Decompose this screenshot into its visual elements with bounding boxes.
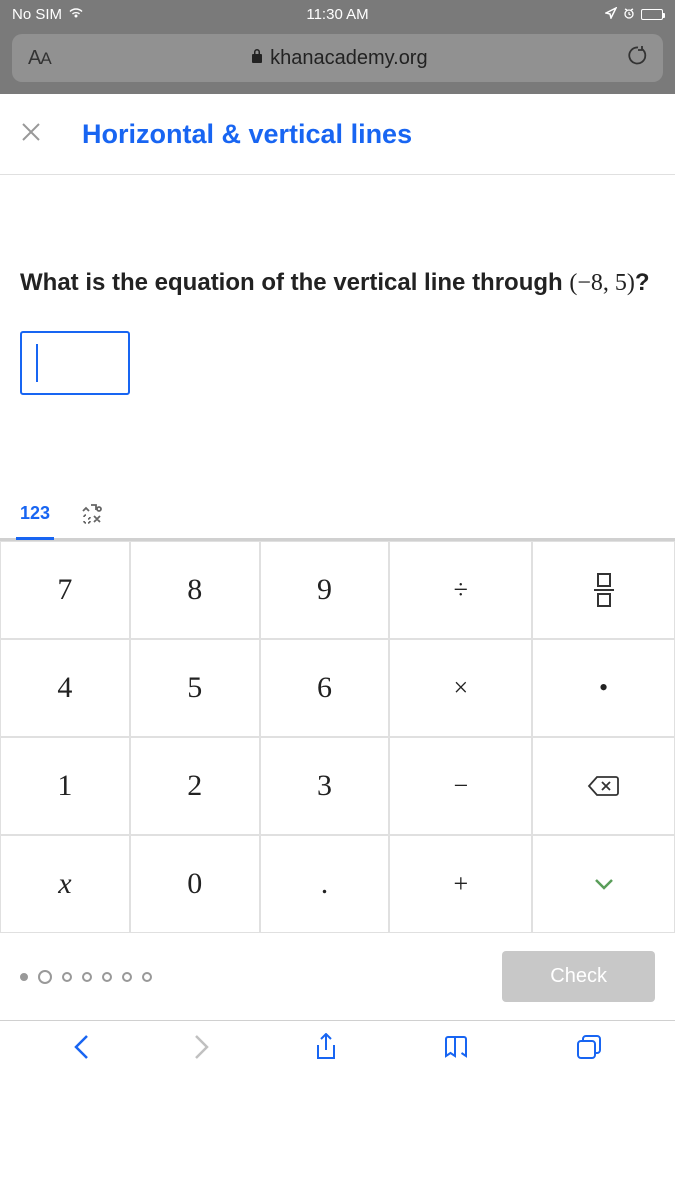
status-bar: No SIM 11:30 AM [0, 0, 675, 28]
key-backspace[interactable] [532, 737, 675, 835]
key-fraction[interactable] [532, 541, 675, 639]
alarm-icon [623, 6, 635, 23]
page-header: Horizontal & vertical lines [0, 94, 675, 175]
backspace-icon [587, 774, 621, 798]
clock-text: 11:30 AM [229, 6, 446, 23]
lock-icon [250, 48, 264, 69]
close-icon[interactable] [20, 118, 42, 150]
fraction-icon [594, 573, 614, 607]
dot [38, 970, 52, 984]
keyboard-tabs: 123 [0, 495, 675, 540]
question-text: What is the equation of the vertical lin… [20, 265, 655, 301]
forward-button[interactable] [194, 1034, 210, 1067]
check-button[interactable]: Check [502, 951, 655, 1002]
key-7[interactable]: 7 [0, 541, 130, 639]
tab-numbers[interactable]: 123 [16, 495, 54, 540]
url-bar[interactable]: AA khanacademy.org [12, 34, 663, 82]
battery-icon [641, 9, 663, 20]
reload-icon[interactable] [627, 45, 647, 71]
tab-symbols[interactable] [76, 495, 112, 540]
key-6[interactable]: 6 [260, 639, 390, 737]
location-icon [605, 6, 617, 23]
key-0[interactable]: 0 [130, 835, 260, 933]
page-title: Horizontal & vertical lines [82, 119, 412, 150]
url-text: khanacademy.org [270, 47, 428, 70]
key-minus[interactable]: − [389, 737, 532, 835]
bookmarks-button[interactable] [443, 1035, 471, 1066]
key-1[interactable]: 1 [0, 737, 130, 835]
dot [82, 972, 92, 982]
key-multiply[interactable]: × [389, 639, 532, 737]
share-button[interactable] [315, 1033, 337, 1068]
text-cursor [36, 344, 38, 382]
text-size-button[interactable]: AA [28, 47, 51, 70]
dot [122, 972, 132, 982]
wifi-icon [68, 6, 84, 23]
key-5[interactable]: 5 [130, 639, 260, 737]
url-bar-container: AA khanacademy.org [0, 28, 675, 94]
question-area: What is the equation of the vertical lin… [0, 175, 675, 435]
back-button[interactable] [73, 1034, 89, 1067]
key-8[interactable]: 8 [130, 541, 260, 639]
dot [102, 972, 112, 982]
key-4[interactable]: 4 [0, 639, 130, 737]
key-9[interactable]: 9 [260, 541, 390, 639]
key-2[interactable]: 2 [130, 737, 260, 835]
key-decimal[interactable]: . [260, 835, 390, 933]
browser-toolbar [0, 1020, 675, 1080]
answer-input[interactable] [20, 331, 130, 395]
key-collapse[interactable] [532, 835, 675, 933]
key-dot-op[interactable]: • [532, 639, 675, 737]
tabs-button[interactable] [576, 1034, 602, 1067]
dot [62, 972, 72, 982]
key-x[interactable]: x [0, 835, 130, 933]
chevron-down-icon [594, 878, 614, 890]
progress-dots [20, 970, 488, 984]
key-plus[interactable]: + [389, 835, 532, 933]
dot-current [20, 973, 28, 981]
key-divide[interactable]: ÷ [389, 541, 532, 639]
key-3[interactable]: 3 [260, 737, 390, 835]
progress-row: Check [0, 933, 675, 1020]
keypad: 7 8 9 ÷ 4 5 6 × • 1 2 3 − x 0 . + [0, 540, 675, 933]
carrier-text: No SIM [12, 6, 62, 23]
math-point: (−8, 5) [569, 270, 635, 296]
dot [142, 972, 152, 982]
